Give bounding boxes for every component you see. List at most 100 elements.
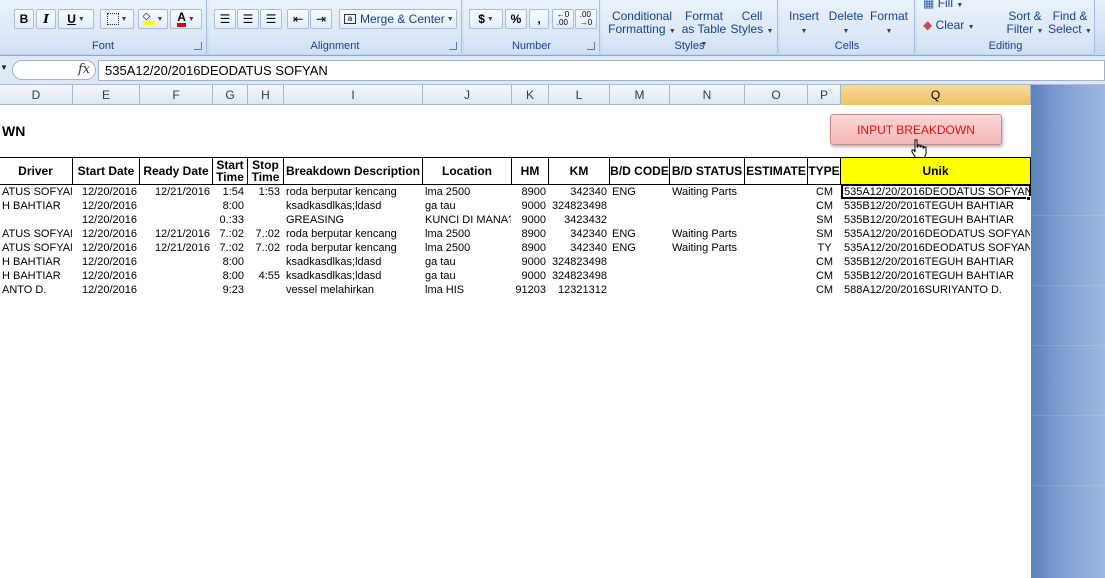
currency-button[interactable]: $ ▼ (469, 9, 503, 29)
cell-hm[interactable]: 8900 (512, 227, 546, 241)
cell-start-time[interactable]: 8:00 (214, 255, 244, 269)
italic-button[interactable]: I (36, 9, 56, 29)
fill-color-button[interactable]: ◇ ▼ (138, 9, 168, 29)
cell-type[interactable]: CM (808, 199, 841, 213)
cell-unik[interactable]: 535A12/20/2016DEODATUS SOFYAN (844, 241, 1030, 255)
underline-button[interactable]: U ▼ (58, 9, 94, 29)
cell-ready-date[interactable] (142, 199, 210, 213)
column-header-o[interactable]: O (745, 85, 808, 105)
cell-loc[interactable]: ga tau (425, 199, 511, 213)
cell-start-time[interactable]: 8:00 (214, 269, 244, 283)
cell-start-time[interactable]: 7.:02 (214, 227, 244, 241)
cell-code[interactable] (612, 269, 669, 283)
column-header-f[interactable]: F (140, 85, 213, 105)
cell-est[interactable] (747, 227, 807, 241)
cell-est[interactable] (747, 213, 807, 227)
cell-code[interactable]: ENG (612, 241, 669, 255)
cell-unik[interactable]: 588A12/20/2016SURIYANTO D. (844, 283, 1030, 297)
cell-km[interactable]: 342340 (549, 227, 607, 241)
column-header-g[interactable]: G (213, 85, 248, 105)
cell-hm[interactable]: 9000 (512, 269, 546, 283)
cell-km[interactable]: 324823498 (549, 269, 607, 283)
fill-button[interactable]: ▦ Fill ▼ (923, 0, 983, 12)
cell-driver[interactable]: ATUS SOFYAN (2, 185, 72, 199)
cell-start-time[interactable]: 7.:02 (214, 241, 244, 255)
dialog-launcher-icon[interactable] (194, 42, 202, 50)
cell-styles-button[interactable]: Cell Styles ▼ (730, 10, 774, 38)
cell-type[interactable]: CM (808, 255, 841, 269)
align-left-button[interactable]: ☰ (214, 9, 236, 29)
cell-ready-date[interactable]: 12/21/2016 (142, 227, 210, 241)
cell-hm[interactable]: 9000 (512, 255, 546, 269)
cell-start-date[interactable]: 12/20/2016 (75, 241, 137, 255)
cell-status[interactable] (672, 283, 744, 297)
column-header-q[interactable]: Q (841, 85, 1031, 105)
cell-est[interactable] (747, 199, 807, 213)
cell-km[interactable]: 342340 (549, 241, 607, 255)
cell-km[interactable]: 324823498 (549, 255, 607, 269)
column-header-e[interactable]: E (73, 85, 140, 105)
active-cell-selection[interactable] (841, 184, 1031, 199)
cell-start-time[interactable]: 1:54 (214, 185, 244, 199)
delete-button[interactable]: Delete ▼ (826, 10, 866, 38)
cell-hm[interactable]: 8900 (512, 185, 546, 199)
insert-function-icon[interactable]: fx (78, 62, 90, 77)
fill-handle[interactable] (1026, 196, 1031, 201)
cell-stop-time[interactable]: 7.:02 (249, 227, 280, 241)
cell-type[interactable]: TY (808, 241, 841, 255)
column-header-p[interactable]: P (808, 85, 841, 105)
cell-start-date[interactable]: 12/20/2016 (75, 227, 137, 241)
sort-filter-button[interactable]: Sort & Filter ▼ (1003, 10, 1047, 38)
align-right-button[interactable]: ☰ (260, 9, 282, 29)
cell-ready-date[interactable] (142, 255, 210, 269)
column-header-l[interactable]: L (549, 85, 610, 105)
cell-unik[interactable]: 535B12/20/2016TEGUH BAHTIAR (844, 199, 1030, 213)
formula-input[interactable]: 535A12/20/2016DEODATUS SOFYAN (98, 60, 1105, 81)
cell-unik[interactable]: 535B12/20/2016TEGUH BAHTIAR (844, 269, 1030, 283)
column-header-i[interactable]: I (284, 85, 423, 105)
column-header-k[interactable]: K (512, 85, 549, 105)
comma-button[interactable]: , (529, 9, 549, 29)
cell-loc[interactable]: lma 2500 (425, 227, 511, 241)
name-box-dropdown-icon[interactable]: ▼ (0, 63, 8, 72)
cell-start-date[interactable]: 12/20/2016 (75, 199, 137, 213)
cell-stop-time[interactable] (249, 283, 280, 297)
font-color-button[interactable]: A ▼ (170, 9, 202, 29)
cell-hm[interactable]: 91203 (512, 283, 546, 297)
conditional-formatting-button[interactable]: Conditional Formatting ▼ (606, 10, 678, 38)
cell-hm[interactable]: 8900 (512, 241, 546, 255)
cell-ready-date[interactable] (142, 213, 210, 227)
column-header-n[interactable]: N (670, 85, 745, 105)
find-select-button[interactable]: Find & Select ▼ (1047, 10, 1093, 38)
cell-driver[interactable]: H BAHTIAR (2, 255, 72, 269)
cell-driver[interactable]: ANTO D. (2, 283, 72, 297)
cell-stop-time[interactable]: 4:55 (249, 269, 280, 283)
column-header-d[interactable]: D (0, 85, 73, 105)
cell-desc[interactable]: roda berputar kencang (286, 227, 422, 241)
decrease-decimal-button[interactable]: .00 →0 (575, 9, 597, 29)
cell-start-date[interactable]: 12/20/2016 (75, 283, 137, 297)
dialog-launcher-icon[interactable] (587, 42, 595, 50)
cell-ready-date[interactable]: 12/21/2016 (142, 241, 210, 255)
cell-loc[interactable]: lma HIS (425, 283, 511, 297)
cell-loc[interactable]: KUNCI DI MANA? (425, 213, 511, 227)
cell-driver[interactable]: ATUS SOFYAN (2, 227, 72, 241)
cell-status[interactable]: Waiting Parts (672, 185, 744, 199)
bold-button[interactable]: B (14, 9, 34, 29)
column-header-h[interactable]: H (248, 85, 284, 105)
cell-loc[interactable]: ga tau (425, 255, 511, 269)
cell-stop-time[interactable] (249, 199, 280, 213)
cell-loc[interactable]: lma 2500 (425, 241, 511, 255)
cell-type[interactable]: SM (808, 213, 841, 227)
dialog-launcher-icon[interactable] (449, 42, 457, 50)
cell-km[interactable]: 324823498 (549, 199, 607, 213)
cell-desc[interactable]: roda berputar kencang (286, 185, 422, 199)
cell-code[interactable] (612, 199, 669, 213)
cell-status[interactable] (672, 213, 744, 227)
cell-ready-date[interactable] (142, 283, 210, 297)
cell-desc[interactable]: GREASING (286, 213, 422, 227)
cell-unik[interactable]: 535B12/20/2016TEGUH BAHTIAR (844, 213, 1030, 227)
cell-stop-time[interactable] (249, 255, 280, 269)
cell-start-date[interactable]: 12/20/2016 (75, 213, 137, 227)
decrease-indent-button[interactable]: ⇤ (287, 9, 309, 29)
